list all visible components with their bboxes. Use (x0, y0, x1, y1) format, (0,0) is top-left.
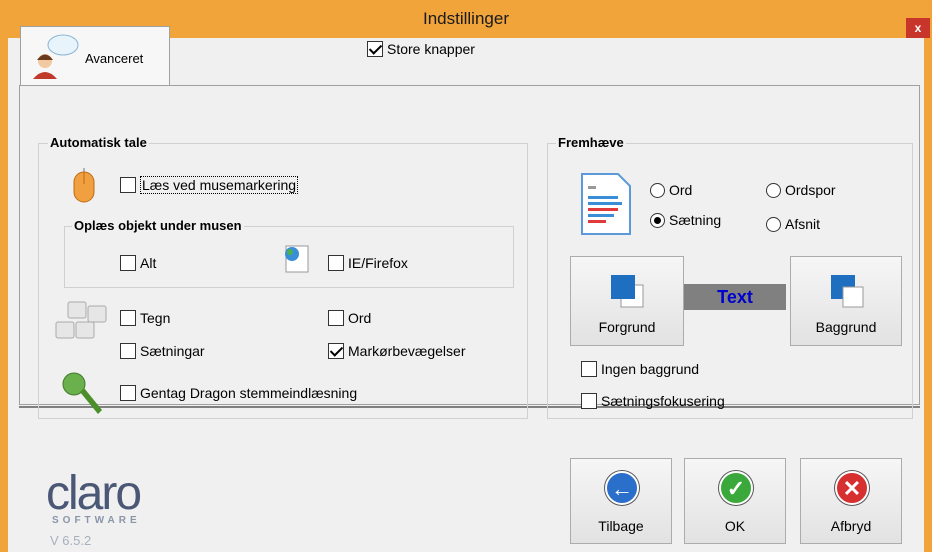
radio-saetning-label: Sætning (669, 212, 722, 228)
tilbage-button[interactable]: ← Tilbage (570, 458, 672, 544)
saetningsfokusering-label: Sætningsfokusering (601, 393, 725, 409)
ord-checkbox[interactable]: Ord (328, 310, 371, 326)
gentag-dragon-label: Gentag Dragon stemmeindlæsning (140, 385, 358, 401)
ok-label: OK (724, 518, 746, 534)
ord-box[interactable] (328, 310, 344, 326)
radio-saetning-button[interactable] (650, 212, 665, 228)
store-knapper-checkbox[interactable]: Store knapper (367, 41, 475, 57)
back-arrow-icon: ← (605, 471, 639, 505)
ok-check-icon: ✓ (719, 471, 753, 505)
document-icon (581, 173, 631, 235)
radio-ord-button[interactable] (650, 182, 665, 198)
tab-label: Avanceret (85, 51, 144, 66)
saetningar-label: Sætningar (140, 343, 205, 359)
baggrund-button[interactable]: Baggrund (790, 256, 902, 346)
radio-ordspor[interactable]: Ordspor (766, 182, 836, 198)
radio-ordspor-button[interactable] (766, 182, 781, 198)
claro-logo: claro (46, 467, 142, 520)
baggrund-label: Baggrund (815, 319, 877, 335)
alt-checkbox[interactable]: Alt (120, 255, 156, 271)
ie-firefox-label: IE/Firefox (348, 255, 408, 271)
radio-ord[interactable]: Ord (650, 182, 692, 198)
alt-label: Alt (140, 255, 157, 271)
radio-afsnit-label: Afsnit (785, 216, 821, 232)
highlight-preview: Text (684, 284, 786, 310)
claro-logo-subtitle: SOFTWARE (52, 515, 141, 526)
version-text: V 6.5.2 (50, 533, 92, 548)
radio-ordspor-label: Ordspor (785, 182, 836, 198)
store-knapper-label: Store knapper (387, 41, 475, 57)
keyboard-icon (55, 301, 107, 339)
close-button[interactable]: x (906, 18, 930, 38)
user-chat-icon (33, 34, 79, 79)
background-color-icon (831, 275, 864, 308)
radio-afsnit-button[interactable] (766, 216, 781, 232)
saetningsfokusering-checkbox[interactable]: Sætningsfokusering (581, 393, 725, 409)
laes-ved-musemarkering-label: Læs ved musemarkering (140, 176, 299, 194)
tegn-box[interactable] (120, 310, 136, 326)
saetningar-checkbox[interactable]: Sætningar (120, 343, 205, 359)
oplaes-objekt-title: Oplæs objekt under musen (72, 218, 244, 233)
markoerbevaegelser-checkbox[interactable]: Markørbevægelser (328, 343, 465, 359)
cancel-x-icon: ✕ (835, 471, 869, 505)
tab-avanceret[interactable]: Avanceret (20, 26, 170, 86)
afbryd-button[interactable]: ✕ Afbryd (800, 458, 902, 544)
gentag-dragon-box[interactable] (120, 385, 136, 401)
ie-firefox-checkbox[interactable]: IE/Firefox (328, 255, 408, 271)
markoerbevaegelser-box[interactable] (328, 343, 344, 359)
microphone-icon (62, 372, 102, 414)
tegn-label: Tegn (140, 310, 171, 326)
saetningsfokusering-box[interactable] (581, 393, 597, 409)
ord-label: Ord (348, 310, 372, 326)
ingen-baggrund-checkbox[interactable]: Ingen baggrund (581, 361, 699, 377)
laes-ved-musemarkering-checkbox[interactable]: Læs ved musemarkering (120, 176, 299, 194)
forgrund-button[interactable]: Forgrund (570, 256, 684, 346)
forgrund-label: Forgrund (598, 319, 656, 335)
mouse-icon (73, 168, 95, 203)
tilbage-label: Tilbage (598, 518, 644, 534)
fremhaeve-title: Fremhæve (556, 135, 626, 150)
afbryd-label: Afbryd (830, 518, 872, 534)
saetningar-box[interactable] (120, 343, 136, 359)
radio-ord-label: Ord (669, 182, 693, 198)
markoerbevaegelser-label: Markørbevægelser (348, 343, 466, 359)
radio-afsnit[interactable]: Afsnit (766, 216, 820, 232)
gentag-dragon-checkbox[interactable]: Gentag Dragon stemmeindlæsning (120, 385, 357, 401)
alt-box[interactable] (120, 255, 136, 271)
ok-button[interactable]: ✓ OK (684, 458, 786, 544)
ie-page-icon (285, 245, 309, 273)
automatisk-tale-title: Automatisk tale (48, 135, 149, 150)
ingen-baggrund-box[interactable] (581, 361, 597, 377)
foreground-color-icon (611, 275, 644, 308)
ie-firefox-box[interactable] (328, 255, 344, 271)
store-knapper-box[interactable] (367, 41, 383, 57)
laes-ved-musemarkering-box[interactable] (120, 177, 136, 193)
radio-saetning[interactable]: Sætning (650, 212, 721, 228)
ingen-baggrund-label: Ingen baggrund (601, 361, 700, 377)
tegn-checkbox[interactable]: Tegn (120, 310, 170, 326)
